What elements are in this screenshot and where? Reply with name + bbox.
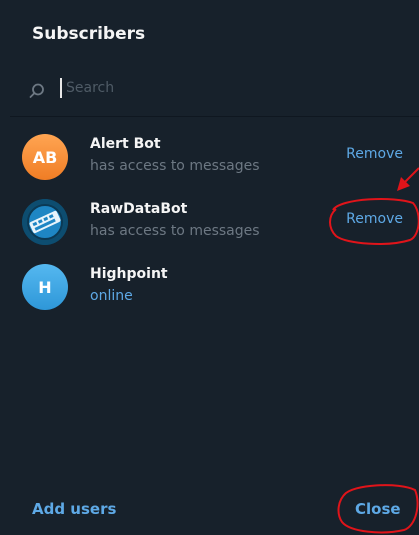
subscriber-row[interactable]: AB Alert Bot has access to messages Remo… <box>10 126 419 190</box>
avatar: AB <box>22 134 68 180</box>
subscriber-row[interactable]: H Highpoint online <box>10 256 419 320</box>
subscriber-status: online <box>90 288 133 304</box>
subscriber-name: Highpoint <box>90 266 168 282</box>
close-button[interactable]: Close <box>355 500 401 518</box>
avatar: H <box>22 264 68 310</box>
subscribers-dialog: Subscribers AB Alert Bot has access to m… <box>10 0 419 535</box>
subscriber-status: has access to messages <box>90 158 260 174</box>
remove-button[interactable]: Remove <box>346 146 403 162</box>
search-bar[interactable] <box>10 70 419 110</box>
search-input[interactable] <box>62 76 400 100</box>
add-users-button[interactable]: Add users <box>32 500 116 518</box>
avatar <box>22 199 68 245</box>
subscriber-name: RawDataBot <box>90 201 188 217</box>
subscriber-name: Alert Bot <box>90 136 161 152</box>
dialog-title: Subscribers <box>32 24 146 44</box>
subscriber-status: has access to messages <box>90 223 260 239</box>
divider <box>10 116 419 117</box>
search-icon <box>29 83 44 98</box>
remove-button[interactable]: Remove <box>346 211 403 227</box>
subscriber-row[interactable]: RawDataBot has access to messages Remove <box>10 191 419 255</box>
bot-icon <box>22 199 68 245</box>
